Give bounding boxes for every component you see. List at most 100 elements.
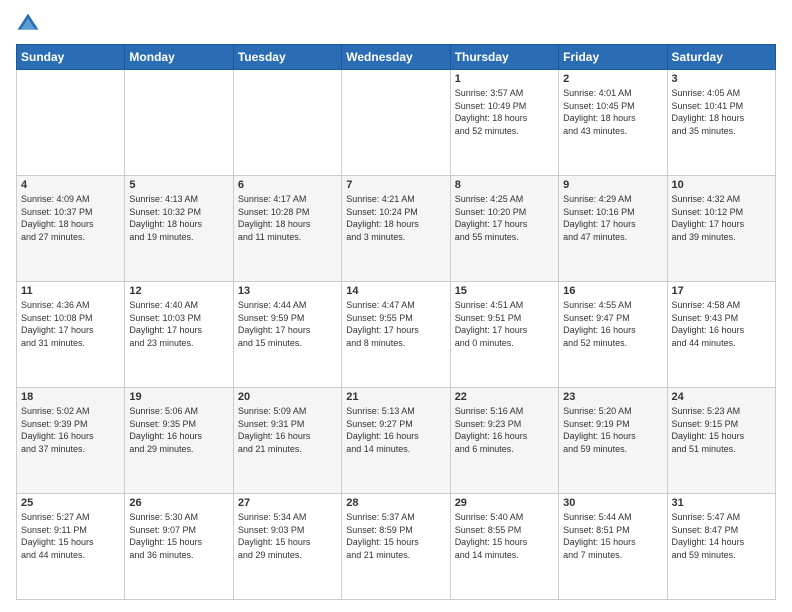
day-info: Sunrise: 4:13 AM Sunset: 10:32 PM Daylig… <box>129 193 228 243</box>
calendar-cell: 28Sunrise: 5:37 AM Sunset: 8:59 PM Dayli… <box>342 494 450 600</box>
day-number: 16 <box>563 285 662 297</box>
day-info: Sunrise: 4:01 AM Sunset: 10:45 PM Daylig… <box>563 87 662 137</box>
week-row-3: 11 Sunrise: 4:36 AM Sunset: 10:08 PM Dayl… <box>17 282 776 388</box>
day-info: Sunrise: 5:40 AM Sunset: 8:55 PM Dayligh… <box>455 511 554 561</box>
day-number: 3 <box>672 73 771 85</box>
day-info: Sunrise: 5:09 AM Sunset: 9:31 PM Dayligh… <box>238 405 337 455</box>
calendar-cell: 27 Sunrise: 5:34 AM Sunset: 9:03 PM Dayli… <box>233 494 341 600</box>
day-number: 26 <box>129 497 228 509</box>
day-number: 12 <box>129 285 228 297</box>
day-info: Sunrise: 5:44 AM Sunset: 8:51 PM Dayligh… <box>563 511 662 561</box>
day-number: 23 <box>563 391 662 403</box>
day-number: 29 <box>455 497 554 509</box>
day-number: 19 <box>129 391 228 403</box>
calendar-cell: 22 Sunrise: 5:16 AM Sunset: 9:23 PM Dayli… <box>450 388 558 494</box>
weekday-header-thursday: Thursday <box>450 45 558 70</box>
day-number: 22 <box>455 391 554 403</box>
calendar-cell: 14 Sunrise: 4:47 AM Sunset: 9:55 PM Dayli… <box>342 282 450 388</box>
weekday-header-monday: Monday <box>125 45 233 70</box>
calendar-cell: 10Sunrise: 4:32 AM Sunset: 10:12 PM Dayl… <box>667 176 775 282</box>
weekday-header-saturday: Saturday <box>667 45 775 70</box>
day-info: Sunrise: 5:20 AM Sunset: 9:19 PM Dayligh… <box>563 405 662 455</box>
day-info: Sunrise: 5:13 AM Sunset: 9:27 PM Dayligh… <box>346 405 445 455</box>
day-info: Sunrise: 4:29 AM Sunset: 10:16 PM Daylig… <box>563 193 662 243</box>
calendar-cell <box>342 70 450 176</box>
calendar-cell: 9 Sunrise: 4:29 AM Sunset: 10:16 PM Dayli… <box>559 176 667 282</box>
weekday-header-wednesday: Wednesday <box>342 45 450 70</box>
calendar-cell: 12Sunrise: 4:40 AM Sunset: 10:03 PM Dayl… <box>125 282 233 388</box>
calendar-cell: 13 Sunrise: 4:44 AM Sunset: 9:59 PM Dayli… <box>233 282 341 388</box>
day-number: 30 <box>563 497 662 509</box>
day-number: 1 <box>455 73 554 85</box>
day-info: Sunrise: 5:06 AM Sunset: 9:35 PM Dayligh… <box>129 405 228 455</box>
day-info: Sunrise: 4:17 AM Sunset: 10:28 PM Daylig… <box>238 193 337 243</box>
day-number: 17 <box>672 285 771 297</box>
day-number: 2 <box>563 73 662 85</box>
day-info: Sunrise: 5:47 AM Sunset: 8:47 PM Dayligh… <box>672 511 771 561</box>
calendar-cell: 15Sunrise: 4:51 AM Sunset: 9:51 PM Dayli… <box>450 282 558 388</box>
calendar-cell <box>17 70 125 176</box>
day-info: Sunrise: 4:36 AM Sunset: 10:08 PM Daylig… <box>21 299 120 349</box>
calendar-cell: 17Sunrise: 4:58 AM Sunset: 9:43 PM Dayli… <box>667 282 775 388</box>
calendar-cell: 30 Sunrise: 5:44 AM Sunset: 8:51 PM Dayli… <box>559 494 667 600</box>
calendar-cell <box>125 70 233 176</box>
calendar-cell: 16 Sunrise: 4:55 AM Sunset: 9:47 PM Dayli… <box>559 282 667 388</box>
day-number: 7 <box>346 179 445 191</box>
day-info: Sunrise: 4:51 AM Sunset: 9:51 PM Dayligh… <box>455 299 554 349</box>
calendar-cell: 26 Sunrise: 5:30 AM Sunset: 9:07 PM Dayli… <box>125 494 233 600</box>
day-info: Sunrise: 4:05 AM Sunset: 10:41 PM Daylig… <box>672 87 771 137</box>
calendar-cell <box>233 70 341 176</box>
day-info: Sunrise: 5:34 AM Sunset: 9:03 PM Dayligh… <box>238 511 337 561</box>
day-info: Sunrise: 4:09 AM Sunset: 10:37 PM Daylig… <box>21 193 120 243</box>
day-info: Sunrise: 4:25 AM Sunset: 10:20 PM Daylig… <box>455 193 554 243</box>
calendar-cell: 2 Sunrise: 4:01 AM Sunset: 10:45 PM Dayli… <box>559 70 667 176</box>
calendar-cell: 6 Sunrise: 4:17 AM Sunset: 10:28 PM Dayli… <box>233 176 341 282</box>
day-info: Sunrise: 5:02 AM Sunset: 9:39 PM Dayligh… <box>21 405 120 455</box>
day-number: 20 <box>238 391 337 403</box>
calendar-cell: 20 Sunrise: 5:09 AM Sunset: 9:31 PM Dayli… <box>233 388 341 494</box>
calendar-cell: 11 Sunrise: 4:36 AM Sunset: 10:08 PM Dayl… <box>17 282 125 388</box>
logo <box>16 12 44 36</box>
day-info: Sunrise: 4:32 AM Sunset: 10:12 PM Daylig… <box>672 193 771 243</box>
day-number: 6 <box>238 179 337 191</box>
calendar-cell: 31 Sunrise: 5:47 AM Sunset: 8:47 PM Dayli… <box>667 494 775 600</box>
weekday-header-sunday: Sunday <box>17 45 125 70</box>
day-number: 31 <box>672 497 771 509</box>
calendar-cell: 25Sunrise: 5:27 AM Sunset: 9:11 PM Dayli… <box>17 494 125 600</box>
week-row-5: 25Sunrise: 5:27 AM Sunset: 9:11 PM Dayli… <box>17 494 776 600</box>
page: SundayMondayTuesdayWednesdayThursdayFrid… <box>0 0 792 612</box>
day-number: 27 <box>238 497 337 509</box>
header <box>16 12 776 36</box>
calendar-cell: 19 Sunrise: 5:06 AM Sunset: 9:35 PM Dayli… <box>125 388 233 494</box>
day-number: 9 <box>563 179 662 191</box>
calendar-cell: 23 Sunrise: 5:20 AM Sunset: 9:19 PM Dayli… <box>559 388 667 494</box>
day-number: 13 <box>238 285 337 297</box>
calendar-cell: 21Sunrise: 5:13 AM Sunset: 9:27 PM Dayli… <box>342 388 450 494</box>
day-number: 24 <box>672 391 771 403</box>
day-info: Sunrise: 4:47 AM Sunset: 9:55 PM Dayligh… <box>346 299 445 349</box>
calendar-cell: 3 Sunrise: 4:05 AM Sunset: 10:41 PM Dayli… <box>667 70 775 176</box>
calendar-cell: 18Sunrise: 5:02 AM Sunset: 9:39 PM Dayli… <box>17 388 125 494</box>
day-info: Sunrise: 5:37 AM Sunset: 8:59 PM Dayligh… <box>346 511 445 561</box>
day-info: Sunrise: 5:23 AM Sunset: 9:15 PM Dayligh… <box>672 405 771 455</box>
day-info: Sunrise: 4:55 AM Sunset: 9:47 PM Dayligh… <box>563 299 662 349</box>
calendar-cell: 5 Sunrise: 4:13 AM Sunset: 10:32 PM Dayli… <box>125 176 233 282</box>
day-info: Sunrise: 4:21 AM Sunset: 10:24 PM Daylig… <box>346 193 445 243</box>
day-number: 4 <box>21 179 120 191</box>
week-row-2: 4 Sunrise: 4:09 AM Sunset: 10:37 PM Dayli… <box>17 176 776 282</box>
day-number: 25 <box>21 497 120 509</box>
calendar-cell: 8 Sunrise: 4:25 AM Sunset: 10:20 PM Dayli… <box>450 176 558 282</box>
day-number: 14 <box>346 285 445 297</box>
week-row-4: 18Sunrise: 5:02 AM Sunset: 9:39 PM Dayli… <box>17 388 776 494</box>
calendar-cell: 24 Sunrise: 5:23 AM Sunset: 9:15 PM Dayli… <box>667 388 775 494</box>
day-info: Sunrise: 5:30 AM Sunset: 9:07 PM Dayligh… <box>129 511 228 561</box>
day-info: Sunrise: 4:44 AM Sunset: 9:59 PM Dayligh… <box>238 299 337 349</box>
week-row-1: 1Sunrise: 3:57 AM Sunset: 10:49 PM Dayli… <box>17 70 776 176</box>
calendar-cell: 4 Sunrise: 4:09 AM Sunset: 10:37 PM Dayli… <box>17 176 125 282</box>
day-number: 5 <box>129 179 228 191</box>
day-number: 8 <box>455 179 554 191</box>
logo-icon <box>16 12 40 36</box>
calendar-cell: 1Sunrise: 3:57 AM Sunset: 10:49 PM Dayli… <box>450 70 558 176</box>
day-info: Sunrise: 5:16 AM Sunset: 9:23 PM Dayligh… <box>455 405 554 455</box>
day-number: 11 <box>21 285 120 297</box>
